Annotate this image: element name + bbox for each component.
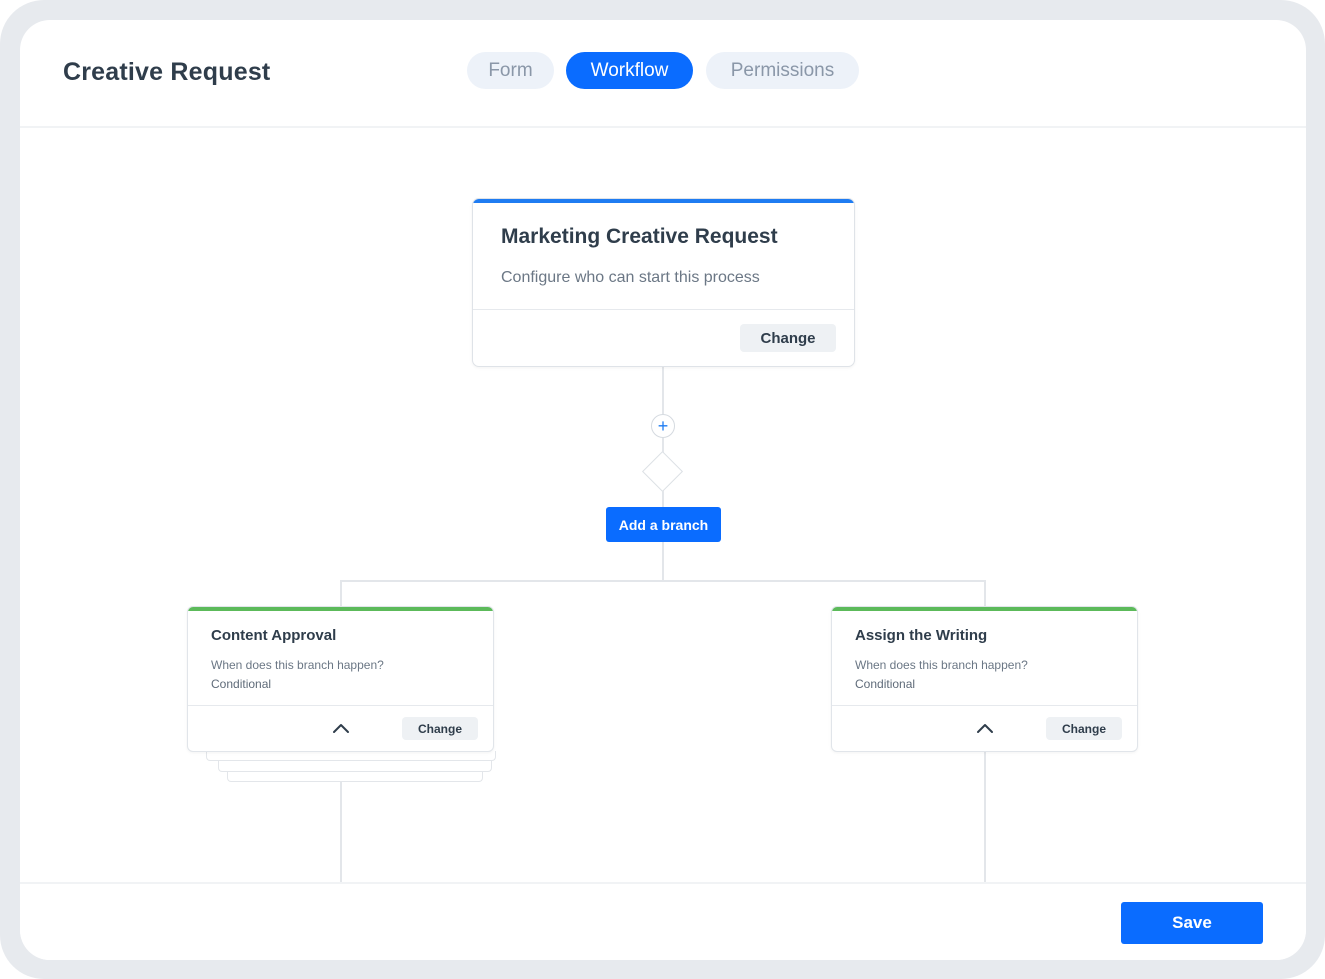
branch-card-content-approval: Content Approval When does this branch h…	[187, 606, 494, 752]
branch-condition: Conditional	[855, 677, 916, 691]
branch-change-button[interactable]: Change	[402, 717, 478, 740]
branch-title: Content Approval	[211, 627, 337, 644]
chevron-up-icon[interactable]	[330, 718, 352, 738]
card-accent	[473, 199, 854, 203]
connector-line	[340, 580, 986, 582]
start-card-subtitle: Configure who can start this process	[501, 269, 760, 286]
branch-node-diamond	[641, 450, 684, 493]
connector-line	[984, 752, 986, 882]
stacked-card-shadow	[206, 751, 496, 761]
connector-line	[984, 580, 986, 607]
divider	[832, 705, 1137, 706]
branch-card-assign-the-writing: Assign the Writing When does this branch…	[831, 606, 1138, 752]
header: Creative Request Form Workflow Permissio…	[20, 20, 1306, 128]
add-step-button[interactable]: +	[651, 414, 675, 438]
footer: Save	[20, 882, 1306, 960]
add-branch-button[interactable]: Add a branch	[606, 507, 721, 542]
connector-line	[340, 772, 342, 882]
branch-question: When does this branch happen?	[855, 658, 1028, 672]
connector-line	[662, 542, 664, 581]
start-card: Marketing Creative Request Configure who…	[472, 198, 855, 367]
divider	[473, 309, 854, 310]
tab-form[interactable]: Form	[467, 52, 554, 89]
device-frame: Creative Request Form Workflow Permissio…	[0, 0, 1325, 979]
page-title: Creative Request	[63, 58, 271, 86]
start-card-title: Marketing Creative Request	[501, 225, 778, 248]
workflow-canvas: Marketing Creative Request Configure who…	[20, 130, 1306, 882]
branch-condition: Conditional	[211, 677, 272, 691]
chevron-up-icon[interactable]	[974, 718, 996, 738]
branch-question: When does this branch happen?	[211, 658, 384, 672]
start-change-button[interactable]: Change	[740, 324, 836, 352]
plus-icon: +	[657, 416, 669, 436]
app-window: Creative Request Form Workflow Permissio…	[20, 20, 1306, 960]
save-button[interactable]: Save	[1121, 902, 1263, 944]
tab-workflow[interactable]: Workflow	[566, 52, 693, 89]
tab-permissions[interactable]: Permissions	[706, 52, 859, 89]
card-accent	[832, 607, 1137, 611]
card-accent	[188, 607, 493, 611]
connector-line	[662, 367, 664, 414]
branch-title: Assign the Writing	[855, 627, 988, 644]
connector-line	[340, 580, 342, 607]
branch-change-button[interactable]: Change	[1046, 717, 1122, 740]
divider	[188, 705, 493, 706]
